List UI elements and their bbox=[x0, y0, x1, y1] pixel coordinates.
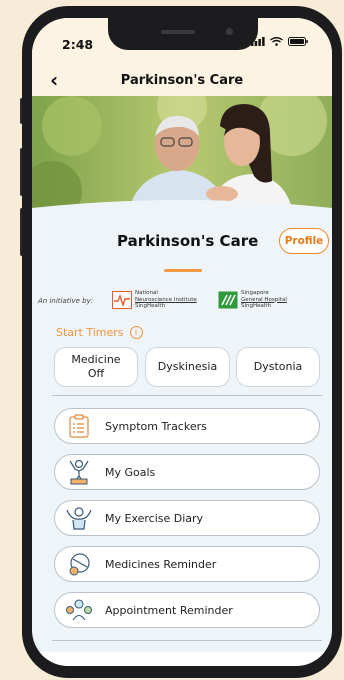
goal-trophy-icon bbox=[61, 455, 97, 489]
symptom-trackers-button[interactable]: Symptom Trackers bbox=[54, 408, 320, 444]
timer-label: Dyskinesia bbox=[157, 360, 218, 373]
medicines-reminder-button[interactable]: Medicines Reminder bbox=[54, 546, 320, 582]
menu-label: My Exercise Diary bbox=[105, 511, 204, 525]
menu-label: Appointment Reminder bbox=[105, 603, 233, 617]
hero-image bbox=[32, 96, 332, 221]
front-camera bbox=[226, 28, 233, 35]
my-goals-button[interactable]: My Goals bbox=[54, 454, 320, 490]
pills-icon bbox=[61, 547, 97, 581]
nni-mark-icon bbox=[112, 290, 132, 309]
status-bar: 2:48 bbox=[32, 18, 332, 64]
start-timers-label: Start Timers bbox=[56, 326, 124, 339]
speaker bbox=[161, 30, 195, 34]
profile-button[interactable]: Profile bbox=[279, 228, 329, 254]
timer-label: Dystonia bbox=[253, 360, 303, 373]
page-title: Parkinson's Care bbox=[117, 232, 259, 250]
timer-label: Medicine Off bbox=[71, 353, 121, 380]
app-screen: 2:48 ‹ Parkinson's Care Parkinson's Care… bbox=[32, 18, 332, 666]
dystonia-timer-button[interactable]: Dystonia bbox=[236, 347, 320, 387]
wifi-icon bbox=[270, 37, 283, 46]
sgh-sub: SingHealth bbox=[241, 303, 272, 309]
initiative-banner: An initiative by: National Neuroscience … bbox=[32, 288, 332, 318]
appointment-icon bbox=[61, 593, 97, 627]
appointment-reminder-button[interactable]: Appointment Reminder bbox=[54, 592, 320, 628]
info-icon[interactable]: i bbox=[129, 326, 143, 339]
battery-icon bbox=[288, 37, 308, 46]
status-icons bbox=[251, 37, 308, 46]
bottom-divider bbox=[52, 640, 322, 641]
title-underline bbox=[164, 269, 202, 272]
title-row: Parkinson's Care Profile bbox=[32, 228, 332, 262]
menu-label: Symptom Trackers bbox=[105, 419, 207, 433]
medicine-off-timer-button[interactable]: Medicine Off bbox=[54, 347, 138, 387]
nav-bar: ‹ Parkinson's Care bbox=[32, 64, 332, 96]
status-time: 2:48 bbox=[62, 37, 94, 52]
nni-sub: SingHealth bbox=[135, 303, 166, 309]
exercise-person-icon bbox=[61, 501, 97, 535]
initiative-label: An initiative by: bbox=[38, 297, 94, 305]
nni-logo: National Neuroscience Institute SingHeal… bbox=[112, 290, 197, 310]
sgh-mark-icon bbox=[218, 291, 238, 309]
dyskinesia-timer-button[interactable]: Dyskinesia bbox=[145, 347, 230, 387]
nav-title: Parkinson's Care bbox=[120, 73, 244, 88]
bottom-bar bbox=[32, 652, 332, 666]
sgh-logo: Singapore General Hospital SingHealth bbox=[218, 290, 287, 310]
section-divider bbox=[52, 395, 322, 396]
start-timers-heading: Start Timers i bbox=[56, 326, 143, 339]
menu-label: Medicines Reminder bbox=[105, 557, 217, 571]
notch bbox=[108, 18, 258, 50]
my-exercise-diary-button[interactable]: My Exercise Diary bbox=[54, 500, 320, 536]
clipboard-icon bbox=[61, 409, 97, 443]
menu-label: My Goals bbox=[105, 465, 156, 479]
signal-icon bbox=[251, 37, 265, 46]
